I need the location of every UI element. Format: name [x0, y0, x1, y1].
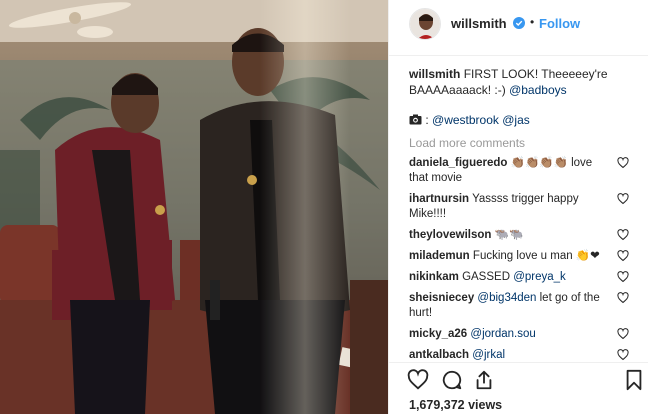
action-bar: 1,679,372 views [389, 362, 648, 414]
comment-mention[interactable]: @jrkal [472, 349, 505, 361]
comment-username[interactable]: daniela_figueredo [409, 157, 507, 169]
comment-text: 🐃🐃 [494, 229, 524, 241]
post-photo[interactable] [0, 0, 388, 414]
avatar[interactable] [409, 8, 441, 40]
heart-icon[interactable] [617, 193, 629, 205]
avatar-image [410, 9, 440, 39]
heart-icon[interactable] [617, 292, 629, 304]
header-username[interactable]: willsmith [451, 16, 507, 31]
camera-icon [409, 114, 422, 125]
comment-row: theylovewilson 🐃🐃 [409, 228, 629, 243]
credit-mention[interactable]: @jas [502, 113, 530, 127]
post-header: willsmith • Follow [389, 0, 648, 56]
comment-username[interactable]: milademun [409, 250, 470, 262]
heart-icon[interactable] [617, 328, 629, 340]
comment-row: nikinkam GASSED @preya_k [409, 270, 629, 285]
photo-credit: : @westbrook @jas [409, 112, 629, 128]
verified-badge-icon [513, 17, 525, 29]
comment-username[interactable]: nikinkam [409, 271, 459, 283]
caption-username[interactable]: willsmith [409, 67, 460, 81]
comment-username[interactable]: theylovewilson [409, 229, 491, 241]
caption-mention[interactable]: @badboys [509, 83, 567, 97]
comment-row: sheisniecey @big34den let go of the hurt… [409, 291, 629, 321]
comment-row: daniela_figueredo 👏🏽👏🏽👏🏽👏🏽 love that mov… [409, 156, 629, 186]
comment-row: ihartnursin Yassss trigger happy Mike!!!… [409, 192, 629, 222]
caption: willsmith FIRST LOOK! Theeeeey're BAAAAa… [409, 66, 629, 98]
credit-mention[interactable]: @westbrook [432, 113, 499, 127]
comment-username[interactable]: micky_a26 [409, 328, 467, 340]
heart-icon[interactable] [617, 157, 629, 169]
comment-mention[interactable]: @preya_k [513, 271, 566, 283]
heart-icon[interactable] [617, 250, 629, 262]
load-more-comments[interactable]: Load more comments [409, 136, 629, 150]
comment-username[interactable]: antkalbach [409, 349, 469, 361]
comment-username[interactable]: ihartnursin [409, 193, 469, 205]
post-side-panel: willsmith • Follow willsmith FIRST LOOK!… [388, 0, 648, 414]
heart-icon[interactable] [617, 229, 629, 241]
header-separator: • [530, 15, 535, 29]
share-icon[interactable] [473, 369, 495, 391]
comment-row: micky_a26 @jordan.sou [409, 327, 629, 342]
comment-text: GASSED [462, 271, 510, 283]
bookmark-icon[interactable] [623, 369, 645, 391]
comment-row: milademun Fucking love u man 👏❤ [409, 249, 629, 264]
follow-button[interactable]: Follow [539, 16, 580, 31]
comment-mention[interactable]: @jordan.sou [470, 328, 535, 340]
heart-icon[interactable] [617, 271, 629, 283]
comments-list[interactable]: willsmith FIRST LOOK! Theeeeey're BAAAAa… [389, 56, 648, 362]
view-count: 1,679,372 views [409, 398, 503, 412]
comment-row: antkalbach @jrkal [409, 348, 629, 362]
comment-icon[interactable] [441, 369, 463, 391]
comment-username[interactable]: sheisniecey [409, 292, 474, 304]
bad-boys-photo [0, 0, 388, 414]
comment-text: Fucking love u man 👏❤ [472, 250, 600, 262]
comment-mention[interactable]: @big34den [477, 292, 536, 304]
heart-icon[interactable] [407, 369, 429, 391]
heart-icon[interactable] [617, 349, 629, 361]
